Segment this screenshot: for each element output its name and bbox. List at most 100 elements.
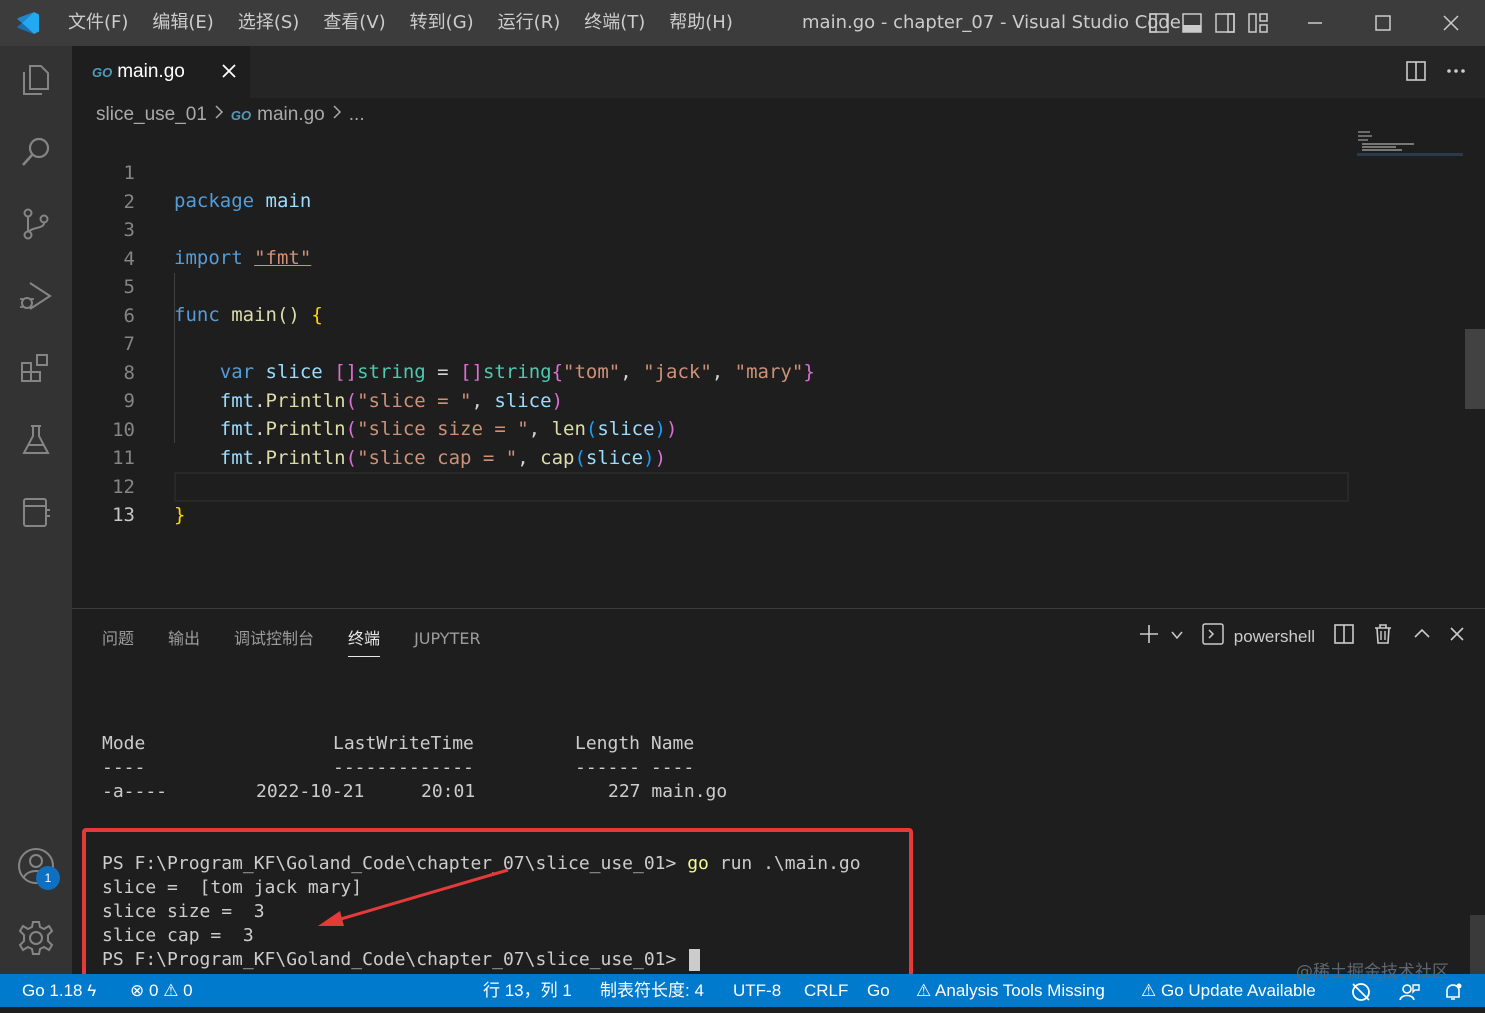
terminal-row-mode: -a---- [102,781,168,802]
terminal-header-mode: Mode [102,733,146,754]
gear-icon[interactable] [0,910,72,966]
code-editor[interactable]: 1 package main 2 3 import "fmt" 4 5 func… [72,131,1465,607]
terminal-row-size-name: 227 main.go [608,781,728,802]
line-number-active: 13 [112,504,135,526]
notebook-icon[interactable] [0,484,72,540]
warning-count: 0 [183,981,193,1000]
analysis-label: Analysis Tools Missing [935,981,1105,1000]
source-control-icon[interactable] [0,196,72,252]
tab-main-go[interactable]: GO main.go [72,46,250,98]
terminal-shell-label[interactable]: powershell [1234,627,1315,647]
status-encoding[interactable]: UTF-8 [733,974,781,1007]
status-go-update[interactable]: ⚠ Go Update Available [1141,974,1316,1007]
terminal-row-date: 2022-10-21 [256,781,365,802]
vscode-logo-icon [0,0,56,46]
code-line: 4 [72,217,1465,270]
toggle-primary-sidebar-icon[interactable] [1148,12,1170,34]
toggle-panel-icon[interactable] [1181,12,1203,34]
copilot-disabled-icon[interactable] [1350,980,1372,1002]
close-panel-icon[interactable] [1449,626,1465,647]
extensions-icon[interactable] [0,340,72,396]
new-terminal-icon[interactable] [1138,623,1160,650]
terminal-row-time: 20:01 [421,781,476,802]
update-label: Go Update Available [1160,981,1316,1000]
search-icon[interactable] [0,124,72,180]
editor-actions [1405,60,1467,86]
error-count: 0 [148,981,159,1000]
breadcrumb-file[interactable]: main.go [257,104,325,126]
terminal-scrollbar[interactable] [1470,915,1485,974]
editor-scrollbar-thumb[interactable] [1465,329,1485,409]
terminal-dash-len-name: ------ ---- [575,757,695,778]
terminal-header-len-name: Length Name [575,733,695,754]
window-title: main.go - chapter_07 - Visual Studio Cod… [802,12,1181,33]
terminal-dash-lwt: ------------- [333,757,474,778]
menu-bar: 文件(F) 编辑(E) 选择(S) 查看(V) 转到(G) 运行(R) 终端(T… [56,0,745,46]
tab-output[interactable]: 输出 [168,625,200,657]
code-line: 1 package main [72,131,1465,212]
more-actions-icon[interactable] [1445,60,1467,86]
code-line: 6 [72,274,1465,327]
warning-icon: ⚠ [916,981,932,1000]
menu-selection[interactable]: 选择(S) [226,0,311,46]
code-line: 3 import "fmt" [72,188,1465,269]
error-icon: ⊗ [130,981,145,1000]
chevron-right-icon [331,104,343,126]
warning-icon: ⚠ [163,981,179,1000]
code-line: 10 fmt.Println("slice cap = ", cap(slice… [72,388,1465,469]
breadcrumb-more[interactable]: ... [349,104,365,126]
title-bar: 文件(F) 编辑(E) 选择(S) 查看(V) 转到(G) 运行(R) 终端(T… [0,0,1485,46]
toggle-secondary-sidebar-icon[interactable] [1214,12,1236,34]
split-terminal-icon[interactable] [1333,623,1355,650]
menu-edit[interactable]: 编辑(E) [140,0,225,46]
testing-icon[interactable] [0,412,72,468]
warning-icon: ⚠ [1141,981,1157,1000]
feedback-icon[interactable] [1398,980,1420,1002]
code-line: 2 [72,160,1465,213]
code-line: 11 [72,416,1465,469]
terminal-dash-mode: ---- [102,757,146,778]
accounts-badge: 1 [36,866,60,890]
tab-terminal[interactable]: 终端 [348,625,381,657]
customize-layout-icon[interactable] [1247,12,1269,34]
split-editor-icon[interactable] [1405,60,1427,86]
accounts-icon[interactable] [0,838,72,894]
minimap[interactable] [1357,131,1463,157]
status-go-version[interactable]: Go 1.18 ϟ [22,974,96,1007]
menu-help[interactable]: 帮助(H) [657,0,745,46]
explorer-icon[interactable] [0,52,72,108]
tab-jupyter[interactable]: JUPYTER [414,625,481,657]
terminal-header-lwt: LastWriteTime [333,733,474,754]
status-bar: Go 1.18 ϟ ⊗ 0 ⚠ 0 行 13，列 1 制表符长度: 4 UTF-… [0,974,1485,1007]
status-analysis-tools[interactable]: ⚠ Analysis Tools Missing [916,974,1105,1007]
watermark: @稀土掘金技术社区 [1296,962,1449,982]
menu-go[interactable]: 转到(G) [398,0,486,46]
menu-run[interactable]: 运行(R) [486,0,573,46]
code-line: 9 fmt.Println("slice size = ", len(slice… [72,359,1465,440]
breadcrumb: slice_use_01 GO main.go ... [96,100,365,130]
status-eol[interactable]: CRLF [804,974,848,1007]
status-cursor-position[interactable]: 行 13，列 1 [483,974,572,1007]
code-line: 5 func main() { [72,245,1465,326]
minimize-icon[interactable] [1281,0,1349,46]
maximize-panel-icon[interactable] [1413,625,1431,648]
status-problems[interactable]: ⊗ 0 ⚠ 0 [130,974,193,1007]
trash-icon[interactable] [1373,623,1393,650]
status-language[interactable]: Go [867,974,890,1007]
close-icon[interactable] [218,60,240,82]
chevron-down-icon[interactable] [1170,627,1184,647]
maximize-icon[interactable] [1349,0,1417,46]
tab-debug-console[interactable]: 调试控制台 [234,625,314,657]
activity-bar: 1 [0,46,72,974]
menu-file[interactable]: 文件(F) [56,0,140,46]
close-window-icon[interactable] [1417,0,1485,46]
breadcrumb-folder[interactable]: slice_use_01 [96,104,207,126]
notifications-bell-icon[interactable] [1443,980,1463,1002]
code-line: 8 fmt.Println("slice = ", slice) [72,331,1465,412]
status-tab-size[interactable]: 制表符长度: 4 [600,974,704,1007]
run-debug-icon[interactable] [0,268,72,324]
go-file-icon: GO [230,107,252,123]
menu-view[interactable]: 查看(V) [311,0,397,46]
code-line: 12 } [72,445,1465,526]
menu-terminal[interactable]: 终端(T) [572,0,657,46]
